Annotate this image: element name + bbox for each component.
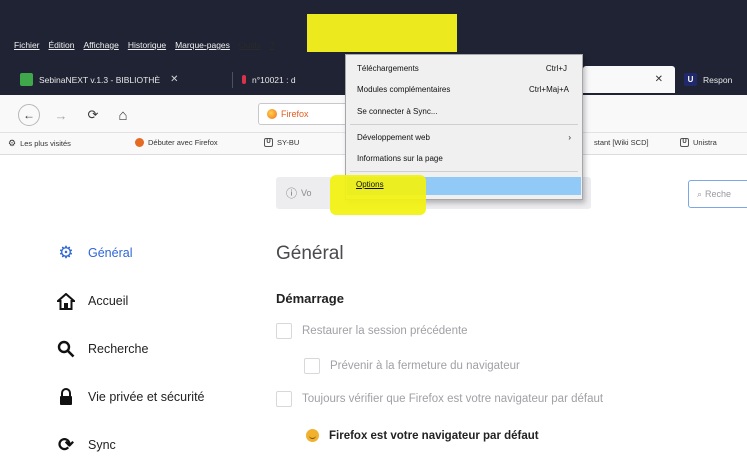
firefox-icon	[267, 109, 277, 119]
firefox-icon	[135, 138, 144, 147]
bookmark-getting-started[interactable]: Débuter avec Firefox	[135, 138, 218, 147]
forward-button[interactable]: →	[50, 104, 72, 126]
warn-on-close-option[interactable]: Prévenir à la fermeture du navigateur	[304, 358, 520, 374]
menu-item-downloads[interactable]: Téléchargements Ctrl+J	[347, 59, 581, 77]
search-placeholder: Vo	[301, 188, 312, 198]
menu-tools[interactable]: Outils	[239, 40, 261, 50]
menu-item-shortcut: Ctrl+Maj+A	[528, 84, 569, 94]
menu-separator	[350, 124, 578, 125]
bookmark-most-visited[interactable]: ⚙ Les plus visités	[8, 138, 71, 149]
menu-item-options-label: Options	[356, 180, 384, 189]
menu-item-label: Modules complémentaires	[357, 84, 451, 94]
menu-item-addons[interactable]: Modules complémentaires Ctrl+Maj+A	[347, 80, 581, 98]
sidebar-item-privacy[interactable]: Vie privée et sécurité	[55, 387, 205, 407]
check-default-checkbox[interactable]	[276, 391, 292, 407]
option-label: Restaurer la session précédente	[302, 325, 468, 337]
search-icon: ⌕	[697, 188, 703, 199]
gear-icon: ⚙	[58, 243, 74, 262]
unistra-icon: U	[680, 138, 689, 147]
sebina-favicon-icon	[20, 73, 33, 86]
search-icon	[55, 339, 77, 359]
search-placeholder: Reche	[705, 189, 732, 199]
menu-item-label: Téléchargements	[357, 63, 419, 73]
menu-separator	[350, 171, 578, 172]
tab-label: Respon	[703, 74, 733, 85]
tab-label: n°10021 : d	[252, 74, 296, 85]
bookmark-label: SY-BU	[277, 138, 300, 147]
option-label: Toujours vérifier que Firefox est votre …	[302, 393, 604, 405]
bookmark-label: Débuter avec Firefox	[148, 138, 218, 147]
warn-on-close-checkbox[interactable]	[304, 358, 320, 374]
tab-separator	[232, 72, 233, 88]
smiley-icon	[306, 429, 319, 442]
restore-session-checkbox[interactable]	[276, 323, 292, 339]
sidebar-item-label: Vie privée et sécurité	[88, 390, 205, 404]
tab-respon[interactable]: U Respon	[684, 66, 732, 93]
chevron-right-icon: ›	[568, 132, 571, 142]
menu-item-sync[interactable]: Se connecter à Sync...	[347, 102, 581, 120]
menu-item-page-info[interactable]: Informations sur la page	[347, 149, 581, 167]
home-button[interactable]: ⌂	[112, 104, 134, 126]
sidebar-item-label: Recherche	[88, 342, 149, 356]
menu-items: Fichier Édition Affichage Historique Mar…	[14, 40, 274, 50]
menu-file[interactable]: Fichier	[14, 40, 40, 50]
bookmark-label: Les plus visités	[20, 139, 71, 148]
menu-item-label: Se connecter à Sync...	[357, 106, 438, 116]
menu-item-label: Développement web	[357, 132, 430, 142]
menu-item-label: Informations sur la page	[357, 153, 443, 163]
bookmark-label: Unistra	[693, 138, 717, 147]
highlighter-mark-tools	[307, 14, 457, 52]
page-title: Général	[276, 243, 344, 264]
url-bar[interactable]: Firefox	[258, 103, 348, 125]
reload-button[interactable]: ⟳	[82, 104, 104, 126]
menu-edit[interactable]: Édition	[49, 40, 75, 50]
menu-bookmarks[interactable]: Marque-pages	[175, 40, 230, 50]
sidebar-item-label: Sync	[88, 438, 116, 452]
bookmark-sy-bu[interactable]: U SY-BU	[264, 138, 299, 147]
menu-item-shortcut: Ctrl+J	[545, 63, 567, 73]
gear-icon: ⚙	[8, 138, 17, 148]
sidebar-item-general[interactable]: ⚙ Général	[55, 243, 132, 263]
back-button[interactable]: ←	[18, 104, 40, 126]
bookmark-unistra[interactable]: U Unistra	[680, 138, 717, 147]
bookmark-label: stant [Wiki SCD]	[594, 138, 649, 147]
tab-sebina[interactable]: SebinaNEXT v.1.3 - BIBLIOTHÈ ✕	[20, 66, 179, 93]
menu-history[interactable]: Historique	[128, 40, 166, 50]
close-icon[interactable]: ✕	[170, 74, 178, 85]
home-icon	[55, 291, 77, 311]
tab-options[interactable]: ✕	[583, 66, 675, 93]
sidebar-item-label: Général	[88, 246, 133, 260]
help-icon: ⓘ	[286, 188, 297, 200]
close-icon[interactable]: ✕	[655, 74, 663, 85]
sidebar-item-home[interactable]: Accueil	[55, 291, 128, 311]
default-browser-status: Firefox est votre navigateur par défaut	[306, 429, 539, 442]
unistra-favicon-icon: U	[684, 73, 697, 86]
search-input[interactable]: ⌕ Reche	[688, 180, 747, 208]
sidebar-item-search[interactable]: Recherche	[55, 339, 148, 359]
lock-icon	[55, 387, 77, 407]
tab-ticket[interactable]: n°10021 : d	[242, 66, 296, 93]
menu-help[interactable]: ?	[270, 40, 275, 50]
menu-view[interactable]: Affichage	[84, 40, 119, 50]
option-label: Prévenir à la fermeture du navigateur	[330, 360, 520, 372]
menu-item-web-developer[interactable]: Développement web ›	[347, 128, 581, 146]
url-text: Firefox	[281, 109, 309, 119]
restore-session-option[interactable]: Restaurer la session précédente	[276, 323, 468, 339]
sidebar-item-sync[interactable]: ⟳ Sync	[55, 434, 116, 456]
default-browser-text: Firefox est votre navigateur par défaut	[329, 429, 539, 442]
sync-icon: ⟳	[58, 434, 74, 456]
check-default-option[interactable]: Toujours vérifier que Firefox est votre …	[276, 391, 603, 407]
unistra-icon: U	[264, 138, 273, 147]
sidebar-item-label: Accueil	[88, 294, 129, 308]
ticket-favicon-icon	[242, 75, 246, 84]
bookmark-wiki-scd[interactable]: stant [Wiki SCD]	[594, 138, 649, 147]
section-title-startup: Démarrage	[276, 291, 344, 306]
tab-label: SebinaNEXT v.1.3 - BIBLIOTHÈ	[39, 74, 161, 85]
